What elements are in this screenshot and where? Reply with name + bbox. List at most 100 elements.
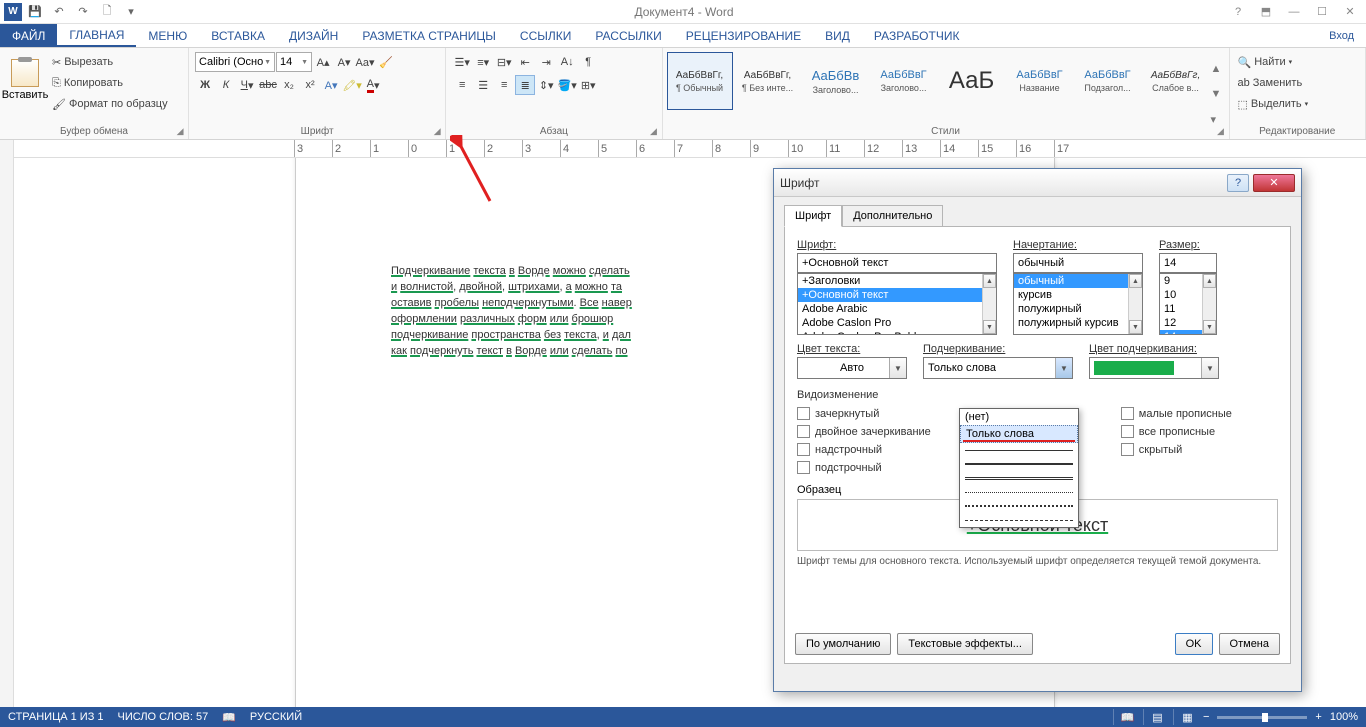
view-read-icon[interactable]: 📖 <box>1113 709 1135 725</box>
find-button[interactable]: 🔍Найти▾ <box>1234 52 1313 72</box>
login-link[interactable]: Вход <box>1317 24 1366 47</box>
shrink-font-button[interactable]: A▾ <box>334 52 354 72</box>
underline-option-double[interactable] <box>960 471 1078 485</box>
justify-button[interactable]: ≣ <box>515 75 535 95</box>
tab-home[interactable]: ГЛАВНАЯ <box>57 24 136 47</box>
align-center-button[interactable]: ☰ <box>473 75 493 95</box>
ribbon-options-icon[interactable]: ⬒ <box>1254 2 1278 22</box>
font-size-input[interactable]: 14 <box>1159 253 1217 273</box>
font-launcher-icon[interactable]: ◢ <box>431 125 443 137</box>
sort-button[interactable]: A↓ <box>557 52 577 72</box>
underline-option-dotted-thick[interactable] <box>960 499 1078 513</box>
allcaps-checkbox[interactable]: все прописные <box>1121 425 1232 438</box>
style-item[interactable]: АаБбВвГг,Слабое в... <box>1143 52 1209 110</box>
tab-design[interactable]: ДИЗАЙН <box>277 24 350 47</box>
show-marks-button[interactable]: ¶ <box>578 52 598 72</box>
hidden-checkbox[interactable]: скрытый <box>1121 443 1232 456</box>
touch-mode-button[interactable]: ▾ <box>120 2 142 22</box>
tab-review[interactable]: РЕЦЕНЗИРОВАНИЕ <box>674 24 813 47</box>
status-language[interactable]: РУССКИЙ <box>250 711 302 723</box>
new-doc-button[interactable]: 🗋 <box>96 2 118 22</box>
paste-button[interactable]: Вставить <box>4 50 46 110</box>
style-item[interactable]: АаБбВвГЗаголово... <box>871 52 937 110</box>
dialog-titlebar[interactable]: Шрифт ? ✕ <box>774 169 1301 197</box>
list-item[interactable]: полужирный курсив <box>1014 316 1142 330</box>
save-button[interactable]: 💾 <box>24 2 46 22</box>
underline-option-dashed[interactable] <box>960 513 1078 527</box>
font-color-combo[interactable]: Авто▼ <box>797 357 907 379</box>
list-item[interactable]: Adobe Caslon Pro <box>798 316 996 330</box>
view-print-icon[interactable]: ▤ <box>1143 709 1165 725</box>
zoom-slider[interactable] <box>1217 716 1307 719</box>
list-item[interactable]: курсив <box>1014 288 1142 302</box>
dialog-help-button[interactable]: ? <box>1227 174 1249 192</box>
grow-font-button[interactable]: A▴ <box>313 52 333 72</box>
list-item[interactable]: Adobe Arabic <box>798 302 996 316</box>
tab-developer[interactable]: РАЗРАБОТЧИК <box>862 24 972 47</box>
list-item[interactable]: обычный <box>1014 274 1142 288</box>
smallcaps-checkbox[interactable]: малые прописные <box>1121 407 1232 420</box>
underline-button[interactable]: Ч▾ <box>237 75 257 95</box>
tab-references[interactable]: ССЫЛКИ <box>508 24 583 47</box>
style-item[interactable]: АаБбВвЗаголово... <box>803 52 869 110</box>
bold-button[interactable]: Ж <box>195 75 215 95</box>
help-icon[interactable]: ? <box>1226 2 1250 22</box>
style-item[interactable]: АаБбВвГПодзагол... <box>1075 52 1141 110</box>
style-item[interactable]: АаБбВвГг,¶ Обычный <box>667 52 733 110</box>
tab-file[interactable]: ФАЙЛ <box>0 24 57 47</box>
font-name-input[interactable]: +Основной текст <box>797 253 997 273</box>
zoom-in-button[interactable]: + <box>1315 711 1321 723</box>
double-strike-checkbox[interactable]: двойное зачеркивание <box>797 425 931 438</box>
multilevel-button[interactable]: ⊟▾ <box>494 52 514 72</box>
subscript-checkbox[interactable]: подстрочный <box>797 461 931 474</box>
text-effects-button[interactable]: Текстовые эффекты... <box>897 633 1033 655</box>
font-size-list[interactable]: 910111214▲▼ <box>1159 273 1217 335</box>
font-size-select[interactable]: 14▼ <box>276 52 312 72</box>
bullets-button[interactable]: ☰▾ <box>452 52 472 72</box>
subscript-button[interactable]: x₂ <box>279 75 299 95</box>
ok-button[interactable]: OK <box>1175 633 1213 655</box>
minimize-icon[interactable]: — <box>1282 2 1306 22</box>
status-page[interactable]: СТРАНИЦА 1 ИЗ 1 <box>8 711 104 723</box>
style-item[interactable]: АаБбВвГг,¶ Без инте... <box>735 52 801 110</box>
font-color-button[interactable]: A▾ <box>363 75 383 95</box>
status-word-count[interactable]: ЧИСЛО СЛОВ: 57 <box>118 711 209 723</box>
shading-button[interactable]: 🪣▾ <box>557 75 577 95</box>
undo-button[interactable]: ↶ <box>48 2 70 22</box>
dialog-close-button[interactable]: ✕ <box>1253 174 1295 192</box>
close-icon[interactable]: ✕ <box>1338 2 1362 22</box>
underline-style-dropdown[interactable]: (нет) Только слова <box>959 408 1079 528</box>
list-item[interactable]: +Заголовки <box>798 274 996 288</box>
status-spellcheck-icon[interactable]: 📖 <box>222 711 236 724</box>
zoom-level[interactable]: 100% <box>1330 711 1358 723</box>
format-painter-button[interactable]: 🖌Формат по образцу <box>48 94 172 114</box>
align-right-button[interactable]: ≡ <box>494 75 514 95</box>
maximize-icon[interactable]: ☐ <box>1310 2 1334 22</box>
redo-button[interactable]: ↷ <box>72 2 94 22</box>
strike-button[interactable]: abc <box>258 75 278 95</box>
decrease-indent-button[interactable]: ⇤ <box>515 52 535 72</box>
numbering-button[interactable]: ≡▾ <box>473 52 493 72</box>
underline-option-words-only[interactable]: Только слова <box>960 425 1078 443</box>
list-item[interactable]: +Основной текст <box>798 288 996 302</box>
dialog-tab-advanced[interactable]: Дополнительно <box>842 205 943 227</box>
font-style-list[interactable]: обычныйкурсивполужирныйполужирный курсив… <box>1013 273 1143 335</box>
italic-button[interactable]: К <box>216 75 236 95</box>
superscript-button[interactable]: x² <box>300 75 320 95</box>
dialog-tab-font[interactable]: Шрифт <box>784 205 842 227</box>
font-name-list[interactable]: +Заголовки+Основной текстAdobe ArabicAdo… <box>797 273 997 335</box>
align-left-button[interactable]: ≡ <box>452 75 472 95</box>
borders-button[interactable]: ⊞▾ <box>578 75 598 95</box>
cancel-button[interactable]: Отмена <box>1219 633 1280 655</box>
copy-button[interactable]: ⎘Копировать <box>48 73 172 93</box>
underline-option-none[interactable]: (нет) <box>960 409 1078 425</box>
paragraph-launcher-icon[interactable]: ◢ <box>648 125 660 137</box>
strikethrough-checkbox[interactable]: зачеркнутый <box>797 407 931 420</box>
tab-mailings[interactable]: РАССЫЛКИ <box>583 24 673 47</box>
cut-button[interactable]: ✂Вырезать <box>48 52 172 72</box>
list-item[interactable]: полужирный <box>1014 302 1142 316</box>
font-style-input[interactable]: обычный <box>1013 253 1143 273</box>
clear-format-button[interactable]: 🧹 <box>376 52 396 72</box>
underline-option-thick[interactable] <box>960 457 1078 471</box>
view-web-icon[interactable]: ▦ <box>1173 709 1195 725</box>
